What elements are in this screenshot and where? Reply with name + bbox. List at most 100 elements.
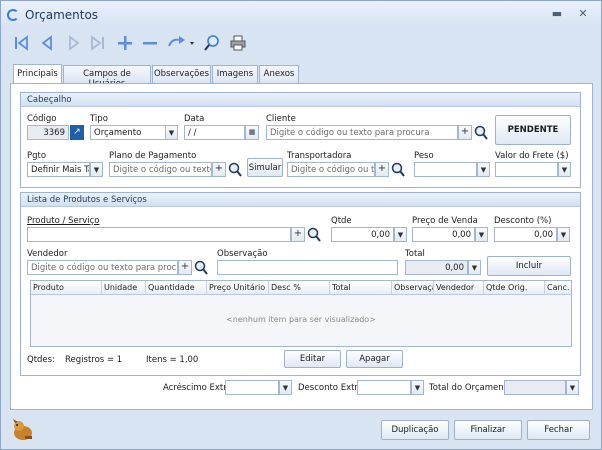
empty-table-message: <nenhum item para ser visualizado>	[226, 315, 376, 324]
chevron-down-icon[interactable]: ▼	[468, 260, 481, 275]
peso-select[interactable]	[414, 162, 477, 177]
editar-button[interactable]: Editar	[284, 350, 341, 368]
print-icon[interactable]	[227, 32, 249, 54]
window-title: Orçamentos	[25, 8, 99, 22]
desconto-label: Desconto (%)	[494, 216, 552, 226]
search-icon[interactable]	[201, 32, 223, 54]
header-group-title: Cabeçalho	[21, 93, 580, 107]
vendedor-input[interactable]: Digite o código ou texto para procura	[27, 260, 178, 275]
column-header[interactable]: Desc %	[269, 281, 330, 295]
tab-page-principais: Cabeçalho Código 3369 ↗ Tipo Orçamento ▼…	[10, 83, 593, 410]
close-icon[interactable]: ✕	[575, 7, 591, 21]
codigo-label: Código	[27, 114, 57, 124]
registros-count: Registros = 1	[65, 355, 123, 365]
tab-campos-de-usuarios[interactable]: Campos de Usuários	[63, 65, 151, 89]
app-refresh-icon	[7, 9, 19, 21]
app-logo-icon	[13, 419, 32, 440]
chevron-down-icon[interactable]: ▼	[90, 162, 103, 177]
plano-input[interactable]: Digite o código ou texto para procura	[109, 162, 212, 177]
observacao-input[interactable]	[217, 260, 398, 275]
refresh-icon[interactable]	[165, 32, 197, 54]
total-orcamento-field	[504, 380, 566, 395]
total-orcamento-label: Total do Orçamento	[429, 383, 513, 393]
products-group-title: Lista de Produtos e Serviços	[21, 193, 580, 207]
orcamentos-window: Orçamentos ▬ ✕ Principais Campos de Obse…	[0, 0, 602, 450]
chevron-down-icon[interactable]: ▼	[165, 125, 178, 140]
tab-anexos[interactable]: Anexos	[259, 65, 299, 83]
simular-button[interactable]: Simular	[247, 158, 283, 177]
chevron-down-icon[interactable]: ▼	[566, 380, 579, 395]
open-link-icon[interactable]: ↗	[70, 125, 84, 140]
column-header[interactable]: Qtde Orig.	[484, 281, 545, 295]
data-label: Data	[184, 114, 205, 124]
add-vendedor-icon[interactable]: +	[178, 260, 192, 275]
chevron-down-icon[interactable]: ▼	[475, 227, 488, 242]
column-header[interactable]: Produto	[31, 281, 102, 295]
fechar-button[interactable]: Fechar	[527, 420, 590, 440]
chevron-down-icon[interactable]: ▼	[557, 227, 570, 242]
add-icon[interactable]	[114, 32, 136, 54]
data-field[interactable]: / /	[184, 125, 245, 140]
itens-count: Itens = 1,00	[146, 355, 199, 365]
transportadora-input[interactable]: Digite o código ou texto para procura	[287, 162, 375, 177]
desconto-field[interactable]: 0,00	[494, 227, 557, 242]
first-record-icon[interactable]	[11, 32, 33, 54]
cliente-input[interactable]: Digite o código ou texto para procura	[266, 125, 458, 140]
cliente-label: Cliente	[266, 114, 296, 124]
search-produto-icon[interactable]	[306, 227, 322, 243]
produto-label: Produto / Serviço	[27, 216, 100, 226]
add-cliente-icon[interactable]: +	[458, 125, 472, 140]
column-header[interactable]: Preço Unitário	[207, 281, 269, 295]
remove-icon[interactable]	[139, 32, 161, 54]
qtde-field[interactable]: 0,00	[331, 227, 394, 242]
column-header[interactable]: Unidade	[102, 281, 146, 295]
column-header[interactable]: Canc.	[545, 281, 571, 295]
frete-select[interactable]	[495, 162, 558, 177]
incluir-button[interactable]: Incluir	[487, 256, 571, 276]
chevron-down-icon[interactable]: ▼	[394, 227, 407, 242]
tipo-select[interactable]: Orçamento	[90, 125, 166, 140]
total-label: Total	[405, 249, 425, 259]
apagar-button[interactable]: Apagar	[346, 350, 403, 368]
pgto-label: Pgto	[27, 151, 47, 161]
chevron-down-icon[interactable]: ▼	[411, 380, 424, 395]
chevron-down-icon[interactable]: ▼	[279, 380, 292, 395]
minimize-icon[interactable]: ▬	[549, 7, 565, 21]
products-table: Produto Unidade Quantidade Preço Unitári…	[30, 280, 572, 347]
calendar-icon[interactable]: ▦	[245, 125, 259, 140]
add-plano-icon[interactable]: +	[212, 162, 226, 177]
chevron-down-icon[interactable]: ▼	[477, 162, 490, 177]
tab-imagens[interactable]: Imagens	[212, 65, 258, 83]
toolbar	[1, 29, 601, 59]
title-bar: Orçamentos ▬ ✕	[1, 1, 601, 29]
previous-record-icon[interactable]	[36, 32, 58, 54]
produto-input[interactable]	[27, 227, 291, 242]
preco-field[interactable]: 0,00	[412, 227, 475, 242]
last-record-icon[interactable]	[87, 32, 109, 54]
finalizar-button[interactable]: Finalizar	[454, 420, 522, 440]
add-transportadora-icon[interactable]: +	[375, 162, 389, 177]
desconto-extra-field[interactable]	[357, 380, 411, 395]
chevron-down-icon[interactable]: ▼	[558, 162, 571, 177]
peso-label: Peso	[414, 151, 434, 161]
next-record-icon[interactable]	[63, 32, 85, 54]
status-badge: PENDENTE	[495, 115, 571, 145]
pgto-select[interactable]: Definir Mais Tarde	[27, 162, 90, 177]
column-header[interactable]: Vendedor	[434, 281, 484, 295]
acrescimo-field[interactable]	[225, 380, 279, 395]
search-cliente-icon[interactable]	[473, 125, 489, 141]
tipo-label: Tipo	[90, 114, 108, 124]
tab-principais[interactable]: Principais	[13, 64, 62, 83]
header-group: Cabeçalho Código 3369 ↗ Tipo Orçamento ▼…	[20, 92, 581, 188]
column-header[interactable]: Total	[330, 281, 392, 295]
column-header[interactable]: Observação	[392, 281, 434, 295]
search-vendedor-icon[interactable]	[193, 260, 209, 276]
plano-label: Plano de Pagamento	[109, 151, 197, 161]
column-header[interactable]: Quantidade	[146, 281, 207, 295]
add-produto-icon[interactable]: +	[291, 227, 305, 242]
duplicacao-button[interactable]: Duplicação	[381, 420, 449, 440]
search-plano-icon[interactable]	[227, 162, 243, 178]
search-transportadora-icon[interactable]	[390, 162, 406, 178]
tab-observacoes[interactable]: Observações	[152, 65, 211, 83]
codigo-field[interactable]: 3369	[27, 125, 69, 140]
